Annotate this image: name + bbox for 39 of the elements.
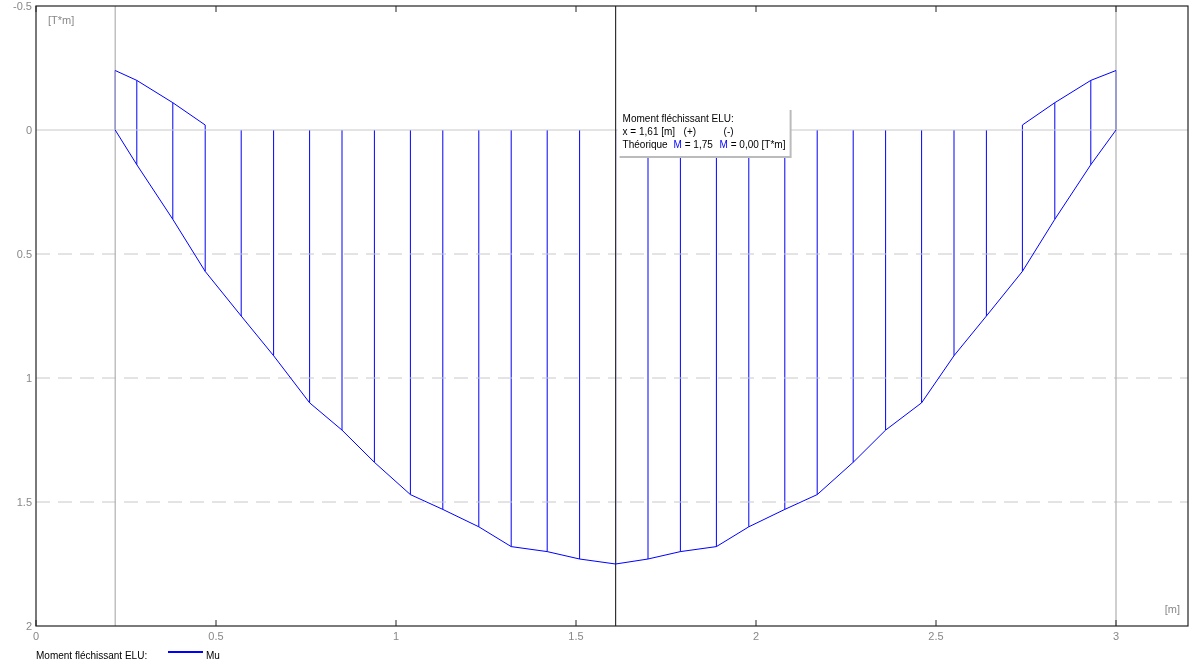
positive-label: (+) (683, 126, 697, 137)
tooltip-title: Moment fléchissant ELU: (622, 113, 734, 124)
position-text: x = 1,61 [m] (622, 126, 676, 137)
y-tick-label: 0.5 (16, 248, 32, 260)
x-tick-label: 2 (752, 630, 760, 642)
x-unit-label: [m] (1164, 603, 1180, 615)
tick-mark (215, 619, 217, 627)
x-tick-label: 1 (392, 630, 400, 642)
tick-mark (35, 5, 37, 13)
x-tick-label: 0 (32, 630, 40, 642)
tick-mark (35, 619, 37, 627)
legend-line (167, 651, 204, 653)
moment-value: M = 0,00 [T*m] (719, 139, 786, 150)
moment-value: M = 1,75 (673, 139, 713, 150)
x-tick-label: 3 (1112, 630, 1120, 642)
y-tick-label: 2 (25, 620, 32, 632)
y-tick-label: 1 (25, 372, 32, 384)
negative-label: (-) (723, 126, 734, 137)
x-tick-label: 1.5 (568, 630, 584, 642)
tick-mark (935, 619, 937, 627)
y-tick-label: 1.5 (16, 496, 32, 508)
y-unit-label: [T*m] (48, 14, 75, 26)
tick-mark (1115, 5, 1117, 13)
legend-series-label: Mu (206, 650, 220, 661)
tick-mark (1115, 619, 1117, 627)
tick-mark (575, 619, 577, 627)
tick-mark (935, 5, 937, 13)
x-tick-label: 2.5 (928, 630, 944, 642)
tick-mark (755, 619, 757, 627)
tick-mark (395, 619, 397, 627)
tick-mark (395, 5, 397, 13)
row-label: Théorique (622, 139, 668, 150)
x-tick-label: 0.5 (208, 630, 224, 642)
y-tick-label: 0 (25, 124, 32, 136)
legend-label: Moment fléchissant ELU: (36, 650, 148, 661)
tick-mark (575, 5, 577, 13)
tick-mark (755, 5, 757, 13)
y-tick-label: -0.5 (13, 0, 32, 12)
tick-mark (215, 5, 217, 13)
